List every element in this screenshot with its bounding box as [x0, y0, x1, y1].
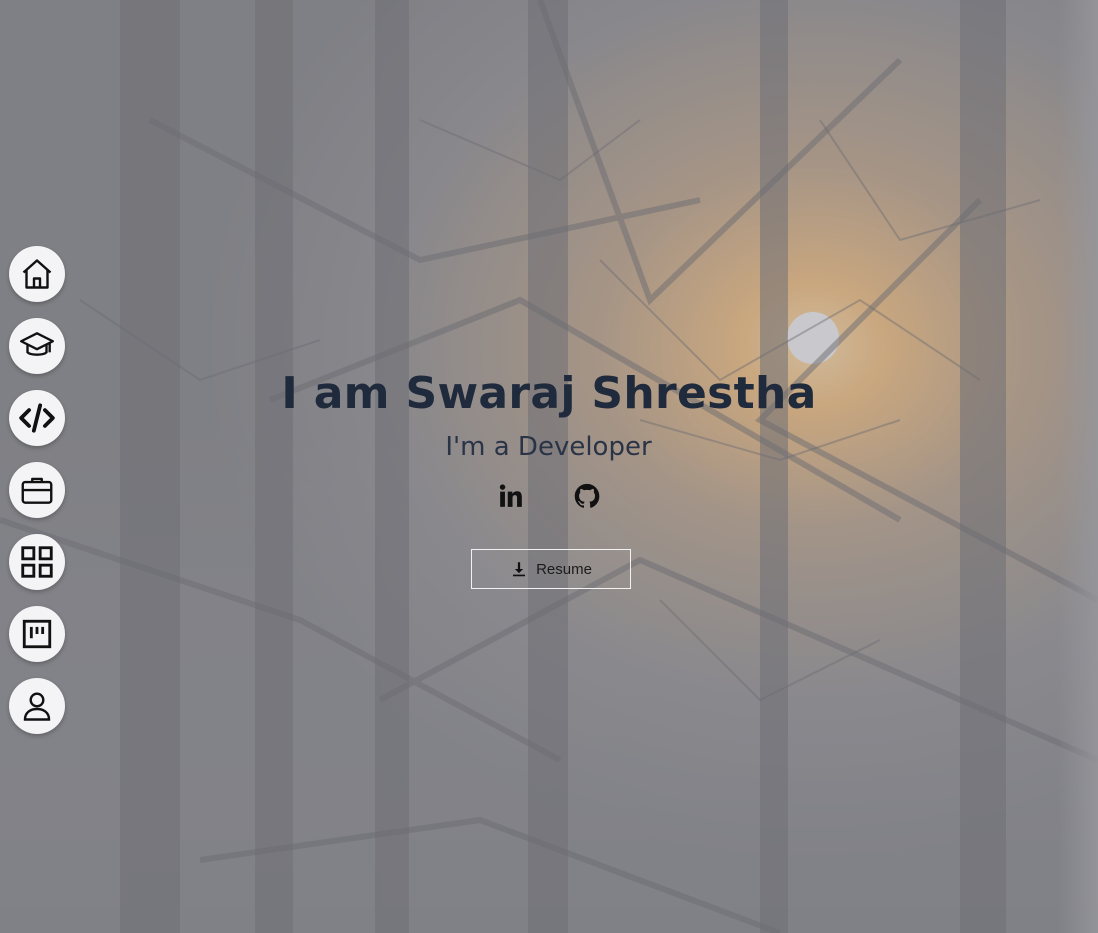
- user-icon: [23, 692, 51, 721]
- graduation-cap-icon: [19, 332, 55, 356]
- download-icon: [513, 562, 526, 577]
- github-icon: [574, 483, 600, 508]
- page: I am Swaraj Shrestha I'm a Developer Res: [0, 0, 1098, 933]
- hero-section: I am Swaraj Shrestha I'm a Developer: [0, 362, 1098, 510]
- typed-text: I'm a Developer: [445, 432, 652, 462]
- linkedin-link[interactable]: [497, 482, 525, 510]
- resume-label: Resume: [536, 560, 592, 578]
- social-links: [0, 482, 1098, 510]
- linkedin-icon: [499, 484, 522, 507]
- nav-home-button[interactable]: [9, 246, 65, 302]
- nav-board-button[interactable]: [9, 606, 65, 662]
- hero-subtitle: I'm a Developer: [0, 430, 1098, 464]
- board-icon: [22, 619, 52, 649]
- hero-title: I am Swaraj Shrestha: [281, 368, 817, 419]
- nav-projects-button[interactable]: [9, 534, 65, 590]
- github-link[interactable]: [573, 482, 601, 510]
- home-icon: [22, 259, 52, 289]
- grid-icon: [21, 546, 53, 578]
- resume-button[interactable]: Resume: [471, 549, 631, 589]
- nav-about-button[interactable]: [9, 678, 65, 734]
